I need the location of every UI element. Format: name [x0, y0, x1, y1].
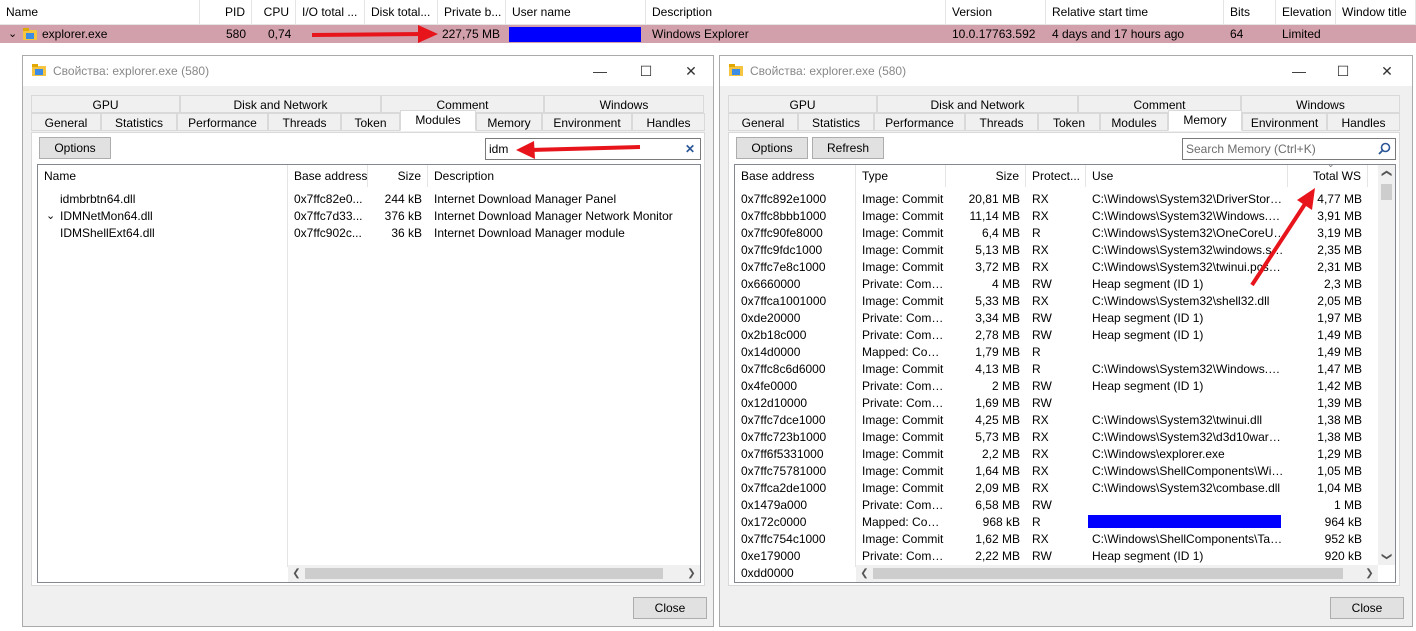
- arrow-to-private-bytes: [311, 25, 438, 43]
- tab-memory[interactable]: Memory: [1168, 110, 1242, 131]
- annotation-arrows: [311, 25, 1315, 287]
- arrow-to-total-ws: [1250, 188, 1315, 287]
- arrow-to-search-box: [516, 141, 641, 159]
- tab-modules[interactable]: Modules: [400, 110, 476, 131]
